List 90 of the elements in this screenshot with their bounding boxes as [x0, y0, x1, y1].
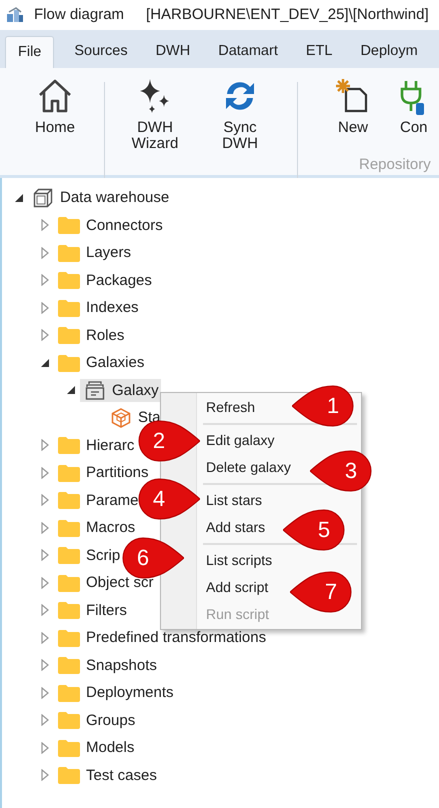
- expand-arrow-icon[interactable]: [41, 769, 49, 782]
- tree-item-label[interactable]: Data warehouse: [60, 189, 170, 206]
- tree-item-label[interactable]: Snapshots: [86, 656, 157, 674]
- tree-item-label[interactable]: Layers: [86, 244, 132, 262]
- expand-arrow-icon[interactable]: [41, 714, 49, 726]
- ribbon-tab[interactable]: Datamart: [204, 36, 292, 68]
- folder-icon: [58, 738, 80, 757]
- expand-arrow-icon[interactable]: [41, 219, 49, 232]
- group-label: Repository: [359, 155, 431, 175]
- folder-icon: [58, 244, 80, 262]
- menu-item[interactable]: Add script: [206, 574, 268, 601]
- app-icon: [6, 7, 24, 23]
- callout-marker: 3: [310, 450, 372, 492]
- tree-item-label[interactable]: Predefined transformations: [86, 629, 266, 646]
- expand-arrow-icon[interactable]: [41, 246, 49, 259]
- ribbon-tab[interactable]: File: [5, 36, 54, 68]
- callout-marker: 1: [292, 385, 354, 427]
- expand-arrow-icon[interactable]: [41, 576, 49, 589]
- folder-icon: [58, 354, 80, 372]
- ribbon-button[interactable]: Home: [28, 76, 82, 136]
- callout-marker: 7: [290, 571, 352, 613]
- galaxy-icon: [85, 380, 105, 400]
- folder-icon: [58, 271, 80, 290]
- window-title: Flow diagram: [34, 4, 124, 25]
- menu-item[interactable]: List stars: [206, 487, 262, 514]
- ribbon-tab[interactable]: Deploym: [346, 36, 432, 68]
- ribbon-button[interactable]: New: [326, 76, 380, 136]
- cube-icon: [33, 188, 53, 208]
- tree-item-label[interactable]: Packages: [86, 272, 152, 289]
- expand-arrow-icon[interactable]: [41, 466, 49, 479]
- expand-arrow-icon[interactable]: [41, 329, 49, 342]
- expand-arrow-icon[interactable]: [41, 522, 49, 534]
- expand-arrow-icon[interactable]: [41, 302, 49, 314]
- collapse-arrow-icon[interactable]: [14, 192, 24, 203]
- callout-marker: 6: [122, 537, 184, 579]
- tree-item-label[interactable]: Test cases: [86, 766, 157, 784]
- expand-arrow-icon[interactable]: [41, 659, 49, 672]
- folder-icon: [58, 574, 80, 592]
- tree-item-label[interactable]: Parame: [86, 492, 139, 509]
- folder-icon: [58, 546, 80, 564]
- folder-icon: [58, 216, 80, 234]
- expand-arrow-icon[interactable]: [41, 439, 49, 452]
- tree-item-label[interactable]: Models: [86, 739, 134, 756]
- callout-marker: 4: [138, 478, 200, 520]
- tree-item-label[interactable]: Macros: [86, 519, 136, 536]
- ribbon-tab[interactable]: DWH: [142, 36, 204, 68]
- collapse-arrow-icon[interactable]: [40, 358, 50, 368]
- folder-icon: [58, 298, 80, 317]
- tree-item-label[interactable]: Hierarc: [86, 436, 134, 454]
- tree-item-label[interactable]: Galaxy: [112, 382, 159, 399]
- menu-item[interactable]: Edit galaxy: [206, 427, 274, 454]
- tree-item-label[interactable]: Filters: [86, 602, 127, 619]
- tree-item-label[interactable]: Connectors: [86, 216, 163, 234]
- folder-icon: [58, 711, 80, 730]
- expand-arrow-icon[interactable]: [41, 494, 49, 506]
- tree-item-label[interactable]: Deployments: [86, 684, 174, 702]
- folder-icon: [58, 464, 80, 482]
- ribbon-tab[interactable]: ETL: [292, 36, 346, 68]
- menu-item[interactable]: Delete galaxy: [206, 454, 291, 481]
- folder-icon: [58, 436, 80, 454]
- ribbon-button[interactable]: Sync DWH: [213, 76, 267, 152]
- hexagon-cube-icon: [111, 408, 131, 428]
- tree-item-label[interactable]: Indexes: [86, 299, 139, 316]
- collapse-arrow-icon[interactable]: [66, 385, 76, 396]
- connection-path: [HARBOURNE\ENT_DEV_25]\[Northwind]: [146, 4, 429, 25]
- folder-icon: [58, 656, 80, 674]
- ribbon-tab[interactable]: Sources: [60, 36, 142, 68]
- callout-marker: 5: [283, 509, 345, 551]
- folder-icon: [58, 628, 80, 647]
- ribbon-button[interactable]: Con: [400, 76, 439, 136]
- folder-icon: [58, 601, 80, 620]
- expand-arrow-icon[interactable]: [41, 274, 49, 286]
- tree-item-label[interactable]: Scrip: [86, 546, 120, 564]
- menu-item[interactable]: List scripts: [206, 547, 272, 574]
- expand-arrow-icon[interactable]: [41, 742, 49, 754]
- folder-icon: [58, 326, 80, 344]
- tree-item-label[interactable]: Groups: [86, 712, 136, 729]
- menu-item[interactable]: Refresh: [206, 394, 256, 421]
- tree-item-label[interactable]: Galaxies: [86, 354, 144, 372]
- folder-icon: [58, 518, 80, 537]
- folder-icon: [58, 766, 80, 784]
- ribbon-button[interactable]: DWH Wizard: [128, 76, 182, 152]
- folder-icon: [58, 491, 80, 510]
- folder-icon: [58, 684, 80, 702]
- expand-arrow-icon[interactable]: [41, 632, 49, 644]
- expand-arrow-icon[interactable]: [41, 549, 49, 562]
- expand-arrow-icon[interactable]: [41, 604, 49, 616]
- tree-item-label[interactable]: Roles: [86, 326, 124, 344]
- expand-arrow-icon[interactable]: [41, 686, 49, 699]
- menu-item[interactable]: Add stars: [206, 514, 266, 541]
